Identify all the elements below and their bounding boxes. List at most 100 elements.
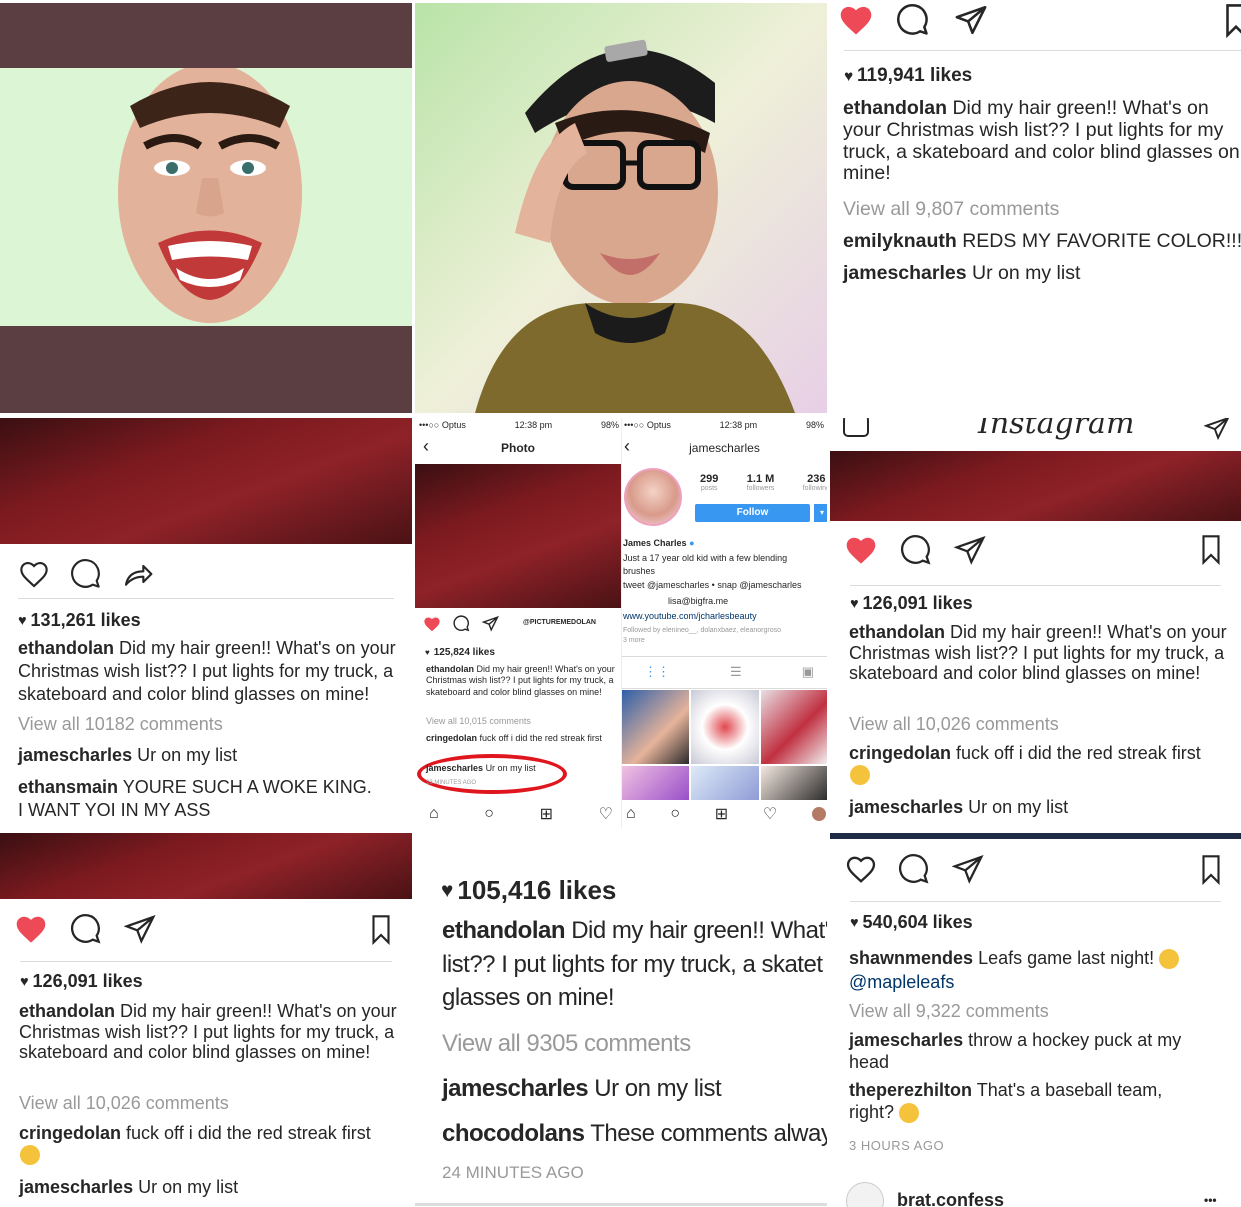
comment-icon[interactable]: [70, 913, 102, 945]
caption-username[interactable]: shawnmendes: [849, 948, 973, 968]
caption-mention[interactable]: @mapleleafs: [849, 972, 954, 993]
share-icon[interactable]: [952, 853, 984, 885]
comment-username[interactable]: cringedolan: [19, 1123, 121, 1143]
avatar[interactable]: [846, 1182, 884, 1207]
small-heart-icon: ♥: [20, 973, 29, 990]
action-bar: [844, 853, 984, 885]
heart-outline-icon[interactable]: ♡: [599, 804, 613, 824]
caption-username[interactable]: ethandolan: [442, 917, 566, 944]
follow-button[interactable]: Follow: [695, 504, 810, 522]
comment-icon[interactable]: [898, 853, 930, 885]
share-arrow-icon[interactable]: [122, 558, 154, 590]
divider: [850, 901, 1221, 902]
comment-username[interactable]: jamescharles: [19, 1177, 133, 1197]
grid-thumb[interactable]: [760, 766, 827, 800]
profile-link[interactable]: www.youtube.com/jcharlesbeauty: [623, 611, 757, 621]
comment-username[interactable]: ethansmain: [18, 777, 118, 797]
grid-thumb[interactable]: [760, 690, 827, 764]
comment-username[interactable]: jamescharles: [426, 763, 483, 773]
heart-filled-icon[interactable]: [423, 616, 441, 632]
heart-outline-icon[interactable]: [18, 559, 50, 589]
small-heart-icon: ♥: [850, 595, 859, 612]
comment-username[interactable]: emilyknauth: [843, 230, 957, 252]
view-all-comments-link[interactable]: View all 10,026 comments: [849, 714, 1059, 735]
stat-posts[interactable]: 299 posts: [700, 473, 718, 492]
comment-username[interactable]: cringedolan: [426, 733, 477, 743]
add-icon[interactable]: ⊞: [540, 804, 553, 824]
grid-thumb[interactable]: [622, 690, 690, 764]
heart-filled-icon[interactable]: [838, 4, 874, 36]
verified-badge-icon: ●: [689, 538, 695, 548]
follow-dropdown-button[interactable]: ▾: [814, 504, 827, 522]
tab-bar: ⌂ ○ ⊞ ♡: [429, 804, 613, 824]
more-options-icon[interactable]: •••: [1204, 1193, 1217, 1207]
camera-icon[interactable]: [843, 418, 869, 437]
post-photo: [0, 418, 412, 544]
comment-username[interactable]: chocodolans: [442, 1120, 585, 1147]
tagged-photos-icon[interactable]: ▣: [802, 664, 814, 680]
view-all-comments-link[interactable]: View all 10,026 comments: [19, 1093, 229, 1114]
caption-username[interactable]: ethandolan: [19, 1001, 115, 1021]
view-all-comments-link[interactable]: View all 9,807 comments: [843, 198, 1059, 221]
list-view-icon[interactable]: ☰: [730, 664, 742, 680]
heart-outline-icon[interactable]: [844, 854, 878, 884]
search-icon[interactable]: ○: [484, 805, 494, 823]
view-all-comments-link[interactable]: View all 10182 comments: [18, 714, 223, 735]
face-photo: [110, 68, 310, 326]
share-icon[interactable]: [124, 913, 156, 945]
caption-username[interactable]: ethandolan: [849, 622, 945, 642]
grid-thumb[interactable]: [622, 766, 690, 800]
view-all-comments-link[interactable]: View all 9305 comments: [442, 1030, 691, 1058]
comment-username[interactable]: jamescharles: [843, 262, 967, 284]
home-icon[interactable]: ⌂: [429, 805, 439, 823]
caption-username[interactable]: ethandolan: [426, 664, 474, 674]
share-icon[interactable]: [954, 3, 988, 37]
comment-username[interactable]: jamescharles: [442, 1075, 589, 1102]
screenshot-panel-mid-center: •••○○ Optus 12:38 pm 98% ‹ Photo @PICTUR…: [415, 418, 827, 828]
comment: jamescharles throw a hockey puck at my h…: [849, 1030, 1182, 1072]
comment-icon[interactable]: [900, 534, 932, 566]
caption-username[interactable]: ethandolan: [18, 638, 114, 658]
comment-username[interactable]: jamescharles: [849, 1030, 963, 1050]
comment-username[interactable]: jamescharles: [849, 797, 963, 817]
home-icon[interactable]: ⌂: [626, 805, 636, 823]
watermark: @PICTUREMEDOLAN: [523, 619, 596, 626]
small-heart-icon: ♥: [425, 648, 430, 657]
add-icon[interactable]: ⊞: [715, 804, 728, 824]
grid-view-icon[interactable]: ⋮⋮: [644, 664, 670, 680]
view-all-comments-link[interactable]: View all 10,015 comments: [426, 716, 531, 726]
view-all-comments-link[interactable]: View all 9,322 comments: [849, 1001, 1049, 1022]
profile-tab-avatar[interactable]: [811, 807, 826, 821]
comment-username[interactable]: cringedolan: [849, 743, 951, 763]
heart-filled-icon[interactable]: [14, 914, 48, 944]
heart-outline-icon[interactable]: ♡: [763, 804, 777, 824]
photo-panel-face: [0, 3, 412, 413]
grid-thumb[interactable]: [691, 690, 759, 764]
stat-following[interactable]: 236following: [803, 473, 827, 492]
post-username[interactable]: brat.confess: [897, 1190, 1004, 1207]
bookmark-icon[interactable]: [1200, 535, 1222, 565]
bio-line: tweet @jamescharles • snap @jamescharles: [623, 580, 802, 590]
caption-username[interactable]: ethandolan: [843, 97, 947, 119]
comment-username[interactable]: jamescharles: [18, 745, 132, 765]
comment-icon[interactable]: [453, 615, 470, 632]
small-heart-icon: ♥: [850, 914, 859, 931]
heart-filled-icon[interactable]: [844, 535, 878, 565]
bookmark-icon[interactable]: [1200, 855, 1222, 885]
share-icon[interactable]: [482, 615, 499, 632]
bookmark-icon[interactable]: [1226, 4, 1241, 38]
followed-by-more[interactable]: 3 more: [623, 637, 645, 644]
grid-thumb[interactable]: [691, 766, 759, 800]
caption: ethandolan Did my hair green!! What's on…: [843, 97, 1241, 185]
comment-icon[interactable]: [70, 558, 102, 590]
caption-line: list?? I put lights for my truck, a skat…: [442, 951, 823, 978]
followed-by[interactable]: Followed by elenineo__, dolanxbaez, elea…: [623, 627, 781, 634]
bookmark-icon[interactable]: [370, 915, 392, 945]
direct-message-icon[interactable]: [1204, 418, 1230, 441]
comment-username[interactable]: theperezhilton: [849, 1080, 972, 1100]
stat-followers[interactable]: 1.1 Mfollowers: [747, 473, 775, 492]
search-icon[interactable]: ○: [670, 805, 680, 823]
avatar[interactable]: [624, 468, 682, 526]
share-icon[interactable]: [954, 534, 986, 566]
comment-icon[interactable]: [896, 3, 930, 37]
